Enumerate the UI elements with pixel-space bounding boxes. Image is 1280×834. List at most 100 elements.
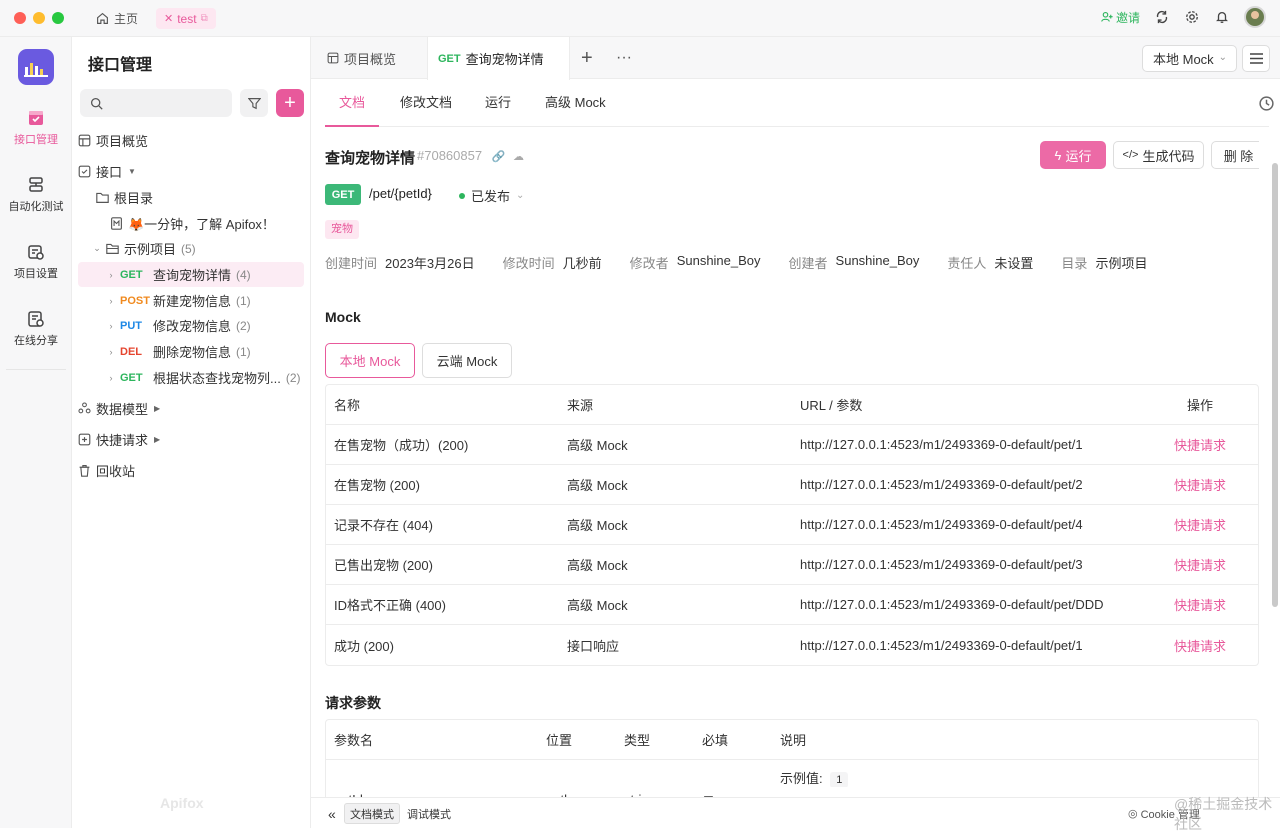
minimize-window-button[interactable] <box>33 12 45 24</box>
api-name: 查询宠物详情 <box>153 268 232 283</box>
api-item[interactable]: › DEL 删除宠物信息 (1) <box>78 339 304 364</box>
filter-button[interactable] <box>240 89 268 117</box>
cloud-icon[interactable]: ☁ <box>513 151 524 163</box>
new-tab-button[interactable]: + <box>581 37 593 79</box>
link-icon[interactable]: 🔗 <box>492 151 506 163</box>
add-button[interactable]: + <box>276 89 304 117</box>
folder-icon <box>96 191 109 204</box>
api-item[interactable]: › POST 新建宠物信息 (1) <box>78 288 304 313</box>
rail-item-label: 在线分享 <box>14 335 58 347</box>
params-table: 参数名 位置 类型 必填 说明 petId path string 是 示例值:… <box>325 719 1259 797</box>
quick-request-link[interactable]: 快捷请求 <box>1142 475 1258 494</box>
dropdown-caret-icon: ▼ <box>128 167 136 176</box>
rail-item-api-management[interactable]: 接口管理 <box>0 109 72 147</box>
doc-intro[interactable]: 🦊一分钟，了解 Apifox！ <box>78 211 304 236</box>
rail-item-online-share[interactable]: 在线分享 <box>0 310 72 348</box>
mock-url[interactable]: http://127.0.0.1:4523/m1/2493369-0-defau… <box>792 517 1142 532</box>
filter-icon <box>247 97 261 109</box>
sidebar-item-data-models[interactable]: 数据模型 ▶ <box>78 396 304 421</box>
chevron-right-icon[interactable]: › <box>106 296 116 306</box>
doc-mode-button[interactable]: 文档模式 <box>344 803 400 824</box>
api-item[interactable]: › GET 查询宠物详情 (4) <box>78 262 304 287</box>
method-badge: PUT <box>120 319 142 332</box>
cloud-mock-toggle[interactable]: 云端 Mock <box>422 343 512 378</box>
tab-api-detail[interactable]: GET 查询宠物详情 <box>427 37 570 80</box>
home-icon <box>97 12 108 24</box>
sidebar-item-interfaces[interactable]: 接口 ▼ <box>78 159 304 184</box>
folder-root[interactable]: 根目录 <box>78 185 304 210</box>
subtab-edit-doc[interactable]: 修改文档 <box>400 79 452 127</box>
mock-url[interactable]: http://127.0.0.1:4523/m1/2493369-0-defau… <box>792 638 1142 653</box>
folder-example-project[interactable]: ⌄ 示例项目 (5) <box>78 236 304 261</box>
api-management-icon <box>29 111 43 125</box>
table-header: 参数名 位置 类型 必填 说明 <box>326 720 1258 760</box>
tab-project-overview[interactable]: 项目概览 <box>327 37 396 79</box>
subtab-doc[interactable]: 文档 <box>325 79 380 127</box>
chevron-right-icon[interactable]: › <box>106 270 116 280</box>
sidebar-item-overview[interactable]: 项目概览 <box>78 128 304 153</box>
code-icon: </> <box>1122 149 1139 161</box>
chevron-down-icon: ⌄ <box>516 190 525 201</box>
mock-url[interactable]: http://127.0.0.1:4523/m1/2493369-0-defau… <box>792 437 1142 452</box>
subtab-advanced-mock[interactable]: 高级 Mock <box>545 79 606 127</box>
notification-bell-icon[interactable] <box>1214 9 1230 25</box>
chevron-right-icon[interactable]: › <box>106 373 116 383</box>
table-row: ID格式不正确 (400) 高级 Mock http://127.0.0.1:4… <box>326 585 1258 625</box>
markdown-doc-icon <box>110 217 123 230</box>
quick-request-link[interactable]: 快捷请求 <box>1142 555 1258 574</box>
folder-label: 根目录 <box>114 191 154 206</box>
api-sidebar: 接口管理 + 项目概览 接口 ▼ 根目录 🦊一分钟，了解 Apifox！ ⌄ 示… <box>72 37 311 828</box>
status-select[interactable]: 已发布 ⌄ <box>459 186 524 205</box>
quick-request-icon <box>78 433 91 446</box>
zoom-window-button[interactable] <box>52 12 64 24</box>
environment-select[interactable]: 本地 Mock ⌄ <box>1142 45 1237 72</box>
mock-name: 已售出宠物 (200) <box>334 558 433 573</box>
debug-mode-button[interactable]: 调试模式 <box>402 803 456 824</box>
sync-icon[interactable] <box>1154 9 1170 25</box>
generate-code-button[interactable]: </> 生成代码 <box>1113 141 1204 169</box>
folder-count: (5) <box>181 241 196 256</box>
rail-item-project-settings[interactable]: 项目设置 <box>0 243 72 281</box>
caret-right-icon: ▶ <box>154 435 161 444</box>
api-item[interactable]: › PUT 修改宠物信息 (2) <box>78 313 304 338</box>
user-avatar[interactable] <box>1244 6 1266 28</box>
invite-button[interactable]: 邀请 <box>1101 9 1140 26</box>
mock-source: 高级 Mock <box>567 478 628 493</box>
mock-url[interactable]: http://127.0.0.1:4523/m1/2493369-0-defau… <box>792 597 1142 612</box>
subtab-run[interactable]: 运行 <box>485 79 511 127</box>
collapse-sidebar-icon[interactable]: « <box>323 803 341 824</box>
lightning-icon: ϟ <box>1054 147 1062 163</box>
content-scrollbar[interactable] <box>1272 163 1278 607</box>
mock-url[interactable]: http://127.0.0.1:4523/m1/2493369-0-defau… <box>792 477 1142 492</box>
rail-item-automated-testing[interactable]: 自动化测试 <box>0 176 72 214</box>
sidebar-search-input[interactable] <box>80 89 232 117</box>
project-tab[interactable]: ✕ test ⧉ <box>156 8 216 29</box>
run-button[interactable]: ϟ 运行 <box>1040 141 1106 169</box>
column-header: URL / 参数 <box>800 398 863 413</box>
home-tab[interactable]: 主页 <box>88 8 146 29</box>
more-tabs-button[interactable]: ··· <box>616 37 632 79</box>
settings-gear-icon[interactable] <box>1184 9 1200 25</box>
close-tab-icon[interactable]: ✕ <box>164 12 173 25</box>
sidebar-item-recycle-bin[interactable]: 回收站 <box>78 458 304 483</box>
chevron-right-icon[interactable]: › <box>106 321 116 331</box>
delete-button[interactable]: 删 除 <box>1211 141 1259 169</box>
mock-url[interactable]: http://127.0.0.1:4523/m1/2493369-0-defau… <box>792 557 1142 572</box>
doc-intro-label: 🦊一分钟，了解 Apifox！ <box>128 217 275 232</box>
example-value: 1 <box>830 772 849 787</box>
quick-request-link[interactable]: 快捷请求 <box>1142 595 1258 614</box>
example-label: 示例值: <box>780 771 823 786</box>
quick-request-link[interactable]: 快捷请求 <box>1142 515 1258 534</box>
api-item[interactable]: › GET 根据状态查找宠物列... (2) <box>78 365 304 390</box>
project-tab-label: test <box>177 11 197 26</box>
title-bar: 主页 ✕ test ⧉ 邀请 <box>0 0 1280 37</box>
chevron-right-icon[interactable]: › <box>106 347 116 357</box>
quick-request-link[interactable]: 快捷请求 <box>1142 636 1258 655</box>
local-mock-toggle[interactable]: 本地 Mock <box>325 343 415 378</box>
history-icon[interactable] <box>1258 95 1275 112</box>
quick-request-link[interactable]: 快捷请求 <box>1142 435 1258 454</box>
close-window-button[interactable] <box>14 12 26 24</box>
sidebar-item-quick-request[interactable]: 快捷请求 ▶ <box>78 427 304 452</box>
menu-button[interactable] <box>1242 45 1270 72</box>
chevron-down-icon[interactable]: ⌄ <box>92 243 102 254</box>
